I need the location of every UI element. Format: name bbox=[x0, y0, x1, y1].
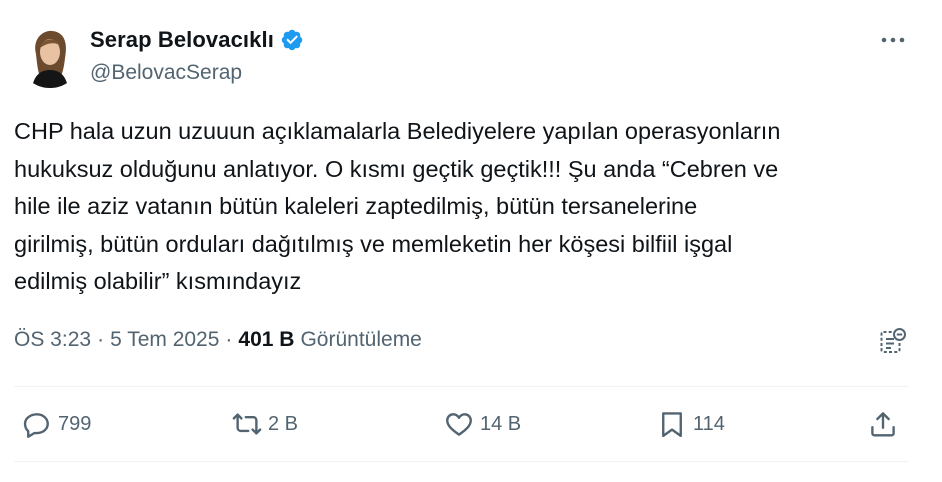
reply-button[interactable]: 799 bbox=[22, 402, 91, 446]
like-button[interactable]: 14 B bbox=[444, 402, 521, 446]
bookmark-button[interactable]: 114 bbox=[657, 402, 725, 446]
verified-badge-icon bbox=[281, 29, 303, 51]
avatar[interactable] bbox=[18, 24, 82, 88]
tweet-text-line: hile ile aziz vatanın bütün kaleleri zap… bbox=[14, 193, 698, 219]
tweet-text-line: edilmiş olabilir” kısmındayız bbox=[14, 268, 302, 294]
bookmark-icon bbox=[662, 412, 682, 438]
author-name-row[interactable]: Serap Belovacıklı bbox=[90, 27, 304, 53]
author-name[interactable]: Serap Belovacıklı bbox=[90, 27, 274, 53]
tweet-text-line: girilmiş, bütün orduları dağıtılmış ve m… bbox=[14, 230, 733, 257]
meta-separator: · bbox=[225, 328, 233, 351]
tweet-meta: ÖS 3:23 · 5 Tem 2025 · 401 B Görüntüleme bbox=[14, 328, 422, 352]
views-label: Görüntüleme bbox=[300, 328, 422, 351]
like-icon bbox=[446, 413, 472, 436]
tweet-date[interactable]: 5 Tem 2025 bbox=[110, 328, 219, 352]
avatar-image bbox=[18, 24, 82, 88]
more-icon[interactable] bbox=[878, 28, 908, 52]
tweet-text-line: hukuksuz olduğunu anlatıyor. O kısmı geç… bbox=[14, 155, 779, 182]
tweet-text-line: CHP hala uzun uzuuun açıklamalarla Beled… bbox=[14, 118, 781, 144]
repost-button[interactable]: 2 B bbox=[232, 402, 298, 446]
analytics-icon[interactable] bbox=[878, 326, 908, 356]
share-button[interactable] bbox=[868, 402, 898, 446]
repost-icon bbox=[232, 413, 262, 435]
bookmark-count: 114 bbox=[693, 412, 725, 435]
share-icon bbox=[871, 412, 895, 437]
divider bbox=[14, 461, 908, 462]
reply-icon bbox=[23, 413, 49, 438]
like-count: 14 B bbox=[480, 412, 522, 435]
action-bar: 799 2 B 14 B 114 bbox=[0, 402, 942, 446]
divider bbox=[14, 386, 908, 387]
tweet-text: CHP hala uzun uzuuun açıklamalarla Beled… bbox=[14, 113, 914, 301]
meta-separator: · bbox=[97, 328, 105, 351]
author-handle[interactable]: @BelovacSerap bbox=[90, 61, 242, 85]
tweet-time[interactable]: ÖS 3:23 bbox=[14, 328, 91, 352]
views-count: 401 B bbox=[238, 328, 295, 351]
repost-count: 2 B bbox=[268, 412, 299, 435]
reply-count: 799 bbox=[58, 412, 92, 435]
